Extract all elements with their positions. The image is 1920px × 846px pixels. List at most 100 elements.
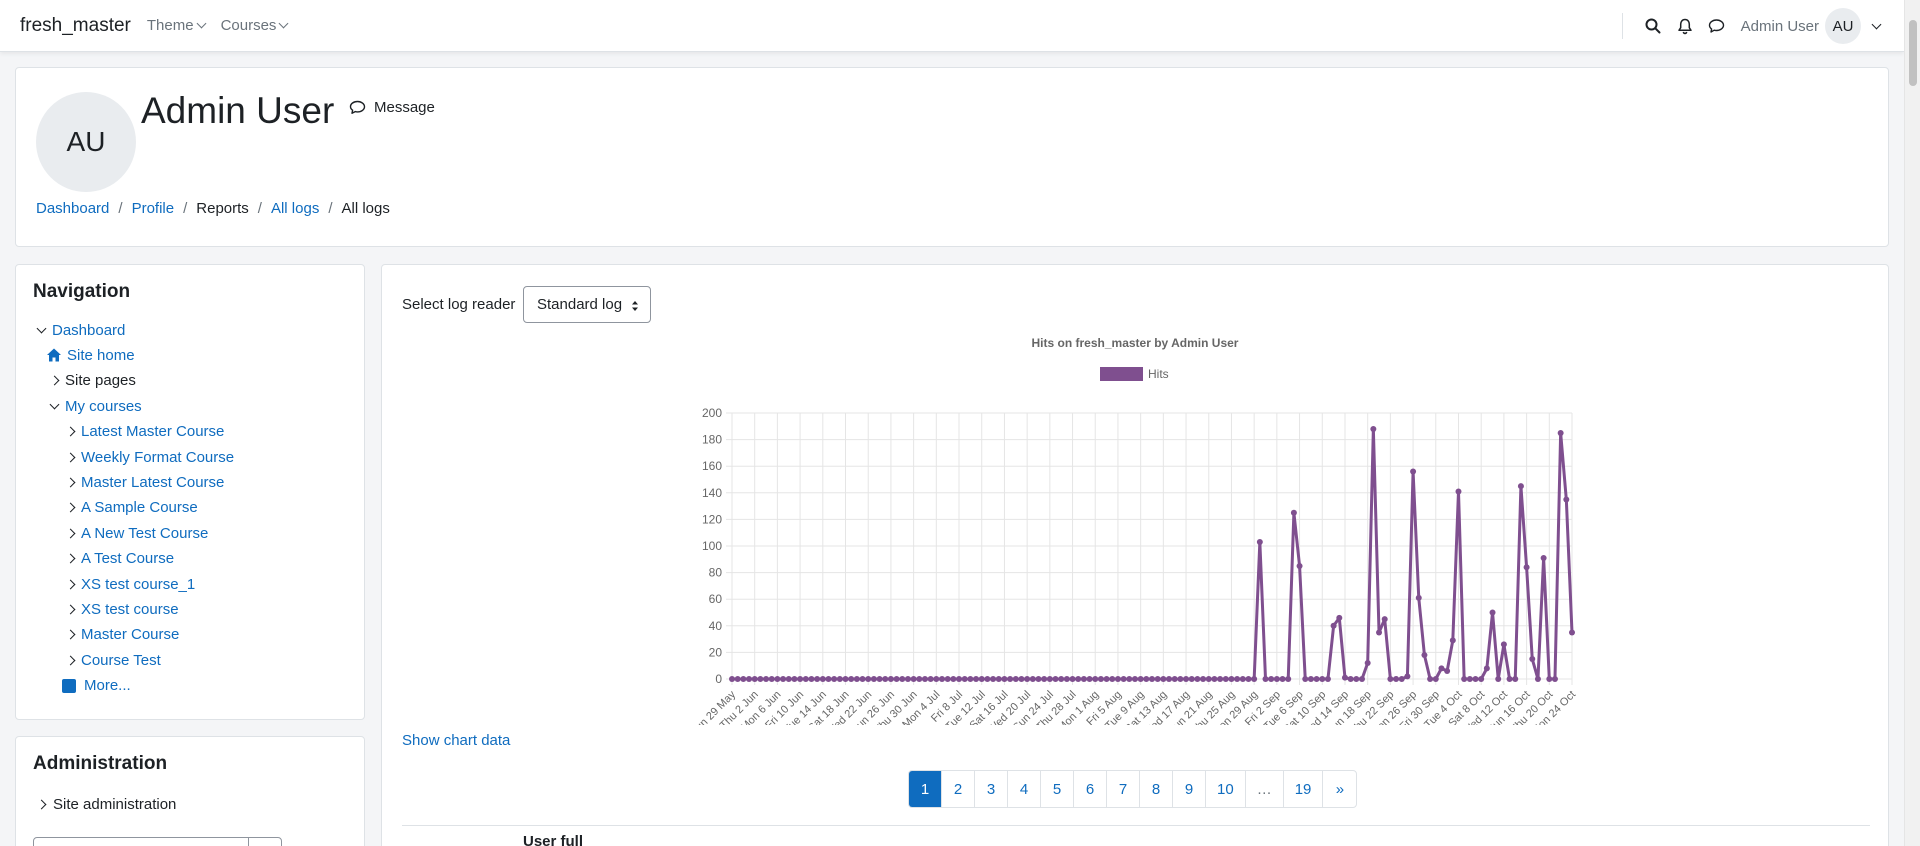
data-point[interactable] bbox=[990, 676, 997, 682]
data-point[interactable] bbox=[1245, 676, 1252, 682]
pagination-page[interactable]: 5 bbox=[1041, 771, 1074, 807]
data-point[interactable] bbox=[1534, 676, 1541, 682]
data-point[interactable] bbox=[814, 676, 821, 682]
data-point[interactable] bbox=[1086, 676, 1093, 682]
data-point[interactable] bbox=[1012, 676, 1019, 682]
data-point[interactable] bbox=[1285, 676, 1292, 682]
data-point[interactable] bbox=[1097, 676, 1104, 682]
data-point[interactable] bbox=[1313, 676, 1320, 682]
pagination-page[interactable]: 4 bbox=[1008, 771, 1041, 807]
data-point[interactable] bbox=[1239, 676, 1246, 682]
data-point[interactable] bbox=[791, 676, 798, 682]
tree-item-master-course[interactable]: Master Course bbox=[62, 624, 179, 646]
data-point[interactable] bbox=[882, 676, 889, 682]
data-point[interactable] bbox=[757, 676, 764, 682]
data-point[interactable] bbox=[1029, 676, 1036, 682]
data-point[interactable] bbox=[1359, 676, 1365, 682]
data-point[interactable] bbox=[1149, 676, 1155, 682]
data-point[interactable] bbox=[1211, 676, 1218, 682]
data-point[interactable] bbox=[1495, 676, 1502, 682]
data-point[interactable] bbox=[1432, 676, 1439, 682]
data-point[interactable] bbox=[950, 676, 957, 682]
data-point[interactable] bbox=[1546, 676, 1553, 682]
data-point[interactable] bbox=[1058, 676, 1065, 682]
data-point[interactable] bbox=[1551, 676, 1558, 682]
data-point[interactable] bbox=[1046, 676, 1053, 682]
breadcrumb-profile[interactable]: Profile bbox=[132, 200, 175, 217]
data-point[interactable] bbox=[1160, 676, 1167, 682]
breadcrumb-dashboard[interactable]: Dashboard bbox=[36, 200, 109, 217]
data-point[interactable] bbox=[1296, 562, 1303, 569]
pagination-page[interactable]: 3 bbox=[975, 771, 1008, 807]
data-point[interactable] bbox=[978, 676, 985, 682]
pagination-page[interactable]: 9 bbox=[1173, 771, 1206, 807]
data-point[interactable] bbox=[893, 676, 900, 682]
data-point[interactable] bbox=[1353, 676, 1360, 682]
tree-item-course-test[interactable]: Course Test bbox=[62, 649, 161, 671]
data-point[interactable] bbox=[933, 676, 940, 682]
data-point[interactable] bbox=[1075, 676, 1082, 682]
data-point[interactable] bbox=[825, 676, 832, 682]
nav-courses[interactable]: Courses bbox=[221, 17, 289, 34]
data-point[interactable] bbox=[1517, 483, 1524, 490]
data-point[interactable] bbox=[1200, 676, 1207, 682]
data-point[interactable] bbox=[1205, 676, 1212, 682]
data-point[interactable] bbox=[1438, 665, 1445, 672]
data-point[interactable] bbox=[1563, 496, 1570, 503]
admin-search-input[interactable] bbox=[33, 837, 249, 846]
data-point[interactable] bbox=[967, 676, 974, 682]
data-point[interactable] bbox=[984, 676, 991, 682]
data-point[interactable] bbox=[1319, 676, 1326, 682]
tree-item-a-test-course[interactable]: A Test Course bbox=[62, 548, 174, 570]
data-point[interactable] bbox=[1427, 676, 1434, 682]
data-point[interactable] bbox=[1330, 622, 1337, 629]
tree-item-latest-master-course[interactable]: Latest Master Course bbox=[62, 421, 224, 443]
tree-item-site-administration[interactable]: Site administration bbox=[33, 793, 176, 815]
data-point[interactable] bbox=[1381, 616, 1388, 623]
pagination-page[interactable]: 19 bbox=[1284, 771, 1324, 807]
data-point[interactable] bbox=[1080, 676, 1087, 682]
data-point[interactable] bbox=[1171, 676, 1178, 682]
data-point[interactable] bbox=[1421, 652, 1428, 659]
breadcrumb-all-logs-link[interactable]: All logs bbox=[271, 200, 319, 217]
data-point[interactable] bbox=[1540, 554, 1547, 561]
data-point[interactable] bbox=[1035, 676, 1042, 682]
pagination-page[interactable]: 1 bbox=[909, 771, 942, 807]
data-point[interactable] bbox=[961, 676, 968, 682]
data-point[interactable] bbox=[1103, 676, 1110, 682]
search-icon[interactable] bbox=[1637, 10, 1669, 42]
data-point[interactable] bbox=[1336, 614, 1343, 621]
data-point[interactable] bbox=[1273, 676, 1280, 682]
data-point[interactable] bbox=[1131, 676, 1138, 682]
data-point[interactable] bbox=[1114, 676, 1121, 682]
data-point[interactable] bbox=[921, 676, 928, 682]
data-point[interactable] bbox=[729, 676, 735, 682]
data-point[interactable] bbox=[1449, 637, 1456, 644]
tree-item-site-pages[interactable]: Site pages bbox=[46, 370, 136, 392]
data-point[interactable] bbox=[1126, 676, 1133, 682]
data-point[interactable] bbox=[853, 676, 860, 682]
data-point[interactable] bbox=[916, 676, 923, 682]
data-point[interactable] bbox=[1120, 676, 1127, 682]
data-point[interactable] bbox=[1279, 676, 1286, 682]
data-point[interactable] bbox=[1137, 676, 1144, 682]
data-point[interactable] bbox=[1393, 676, 1400, 682]
data-point[interactable] bbox=[1557, 429, 1564, 436]
data-point[interactable] bbox=[973, 676, 980, 682]
data-point[interactable] bbox=[1228, 676, 1235, 682]
legend-swatch[interactable] bbox=[1100, 367, 1143, 381]
nav-theme[interactable]: Theme bbox=[147, 17, 207, 34]
admin-search-button[interactable] bbox=[248, 837, 282, 846]
data-point[interactable] bbox=[887, 676, 894, 682]
data-point[interactable] bbox=[1466, 676, 1473, 682]
data-point[interactable] bbox=[1444, 668, 1451, 675]
message-button[interactable]: Message bbox=[349, 99, 435, 116]
data-point[interactable] bbox=[780, 676, 787, 682]
tree-item-weekly-format-course[interactable]: Weekly Format Course bbox=[62, 446, 234, 468]
data-point[interactable] bbox=[1341, 674, 1348, 681]
data-point[interactable] bbox=[1234, 676, 1241, 682]
data-point[interactable] bbox=[1461, 676, 1468, 682]
data-point[interactable] bbox=[1376, 629, 1383, 636]
data-point[interactable] bbox=[1500, 641, 1507, 648]
data-point[interactable] bbox=[1489, 609, 1496, 616]
